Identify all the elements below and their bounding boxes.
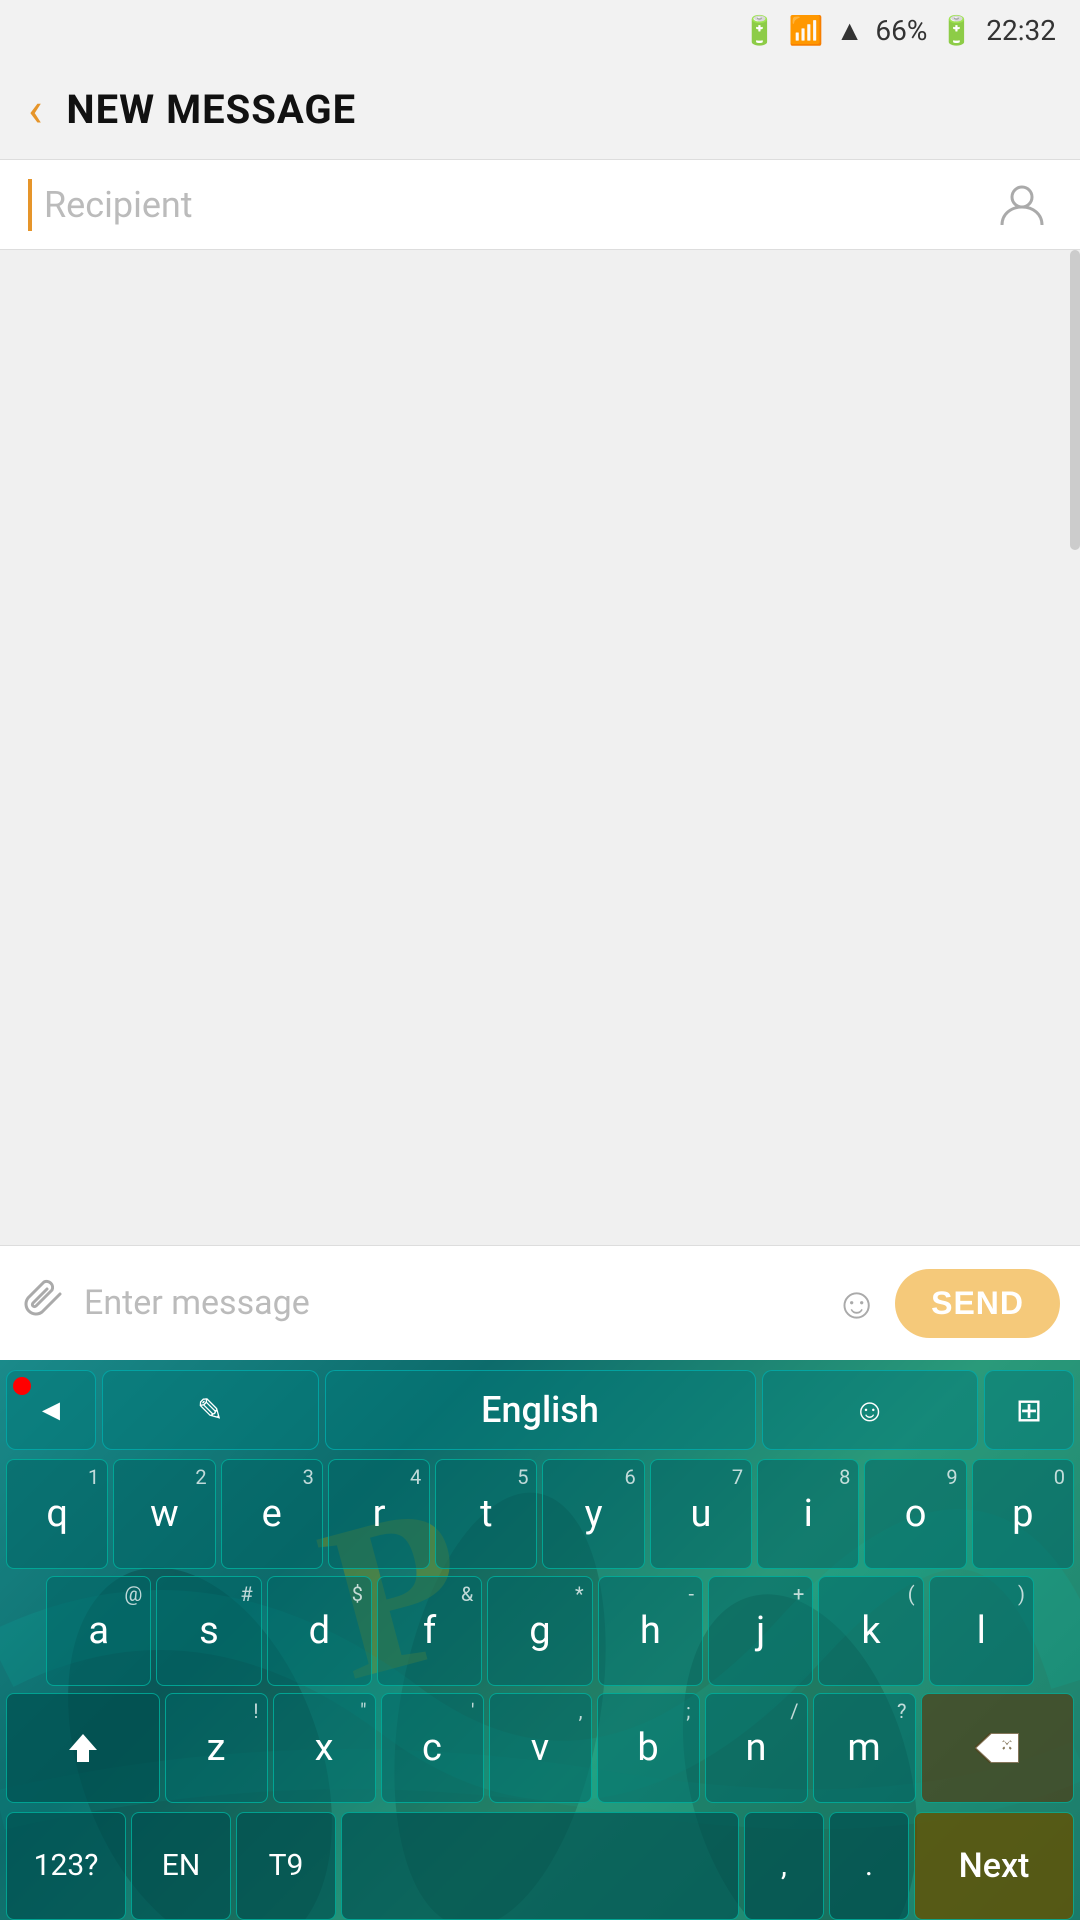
keyboard-pen-btn[interactable]: ✎: [102, 1370, 319, 1450]
key-l[interactable]: )l: [929, 1576, 1034, 1686]
key-period[interactable]: .: [829, 1812, 909, 1920]
key-x[interactable]: "x: [273, 1693, 376, 1803]
main-content: Recipient Enter message ☺ SEND: [0, 160, 1080, 1920]
page-title: NEW MESSAGE: [66, 86, 356, 133]
key-n[interactable]: /n: [705, 1693, 808, 1803]
message-compose-area[interactable]: [0, 250, 1080, 1245]
key-t[interactable]: 5t: [435, 1459, 537, 1569]
key-m[interactable]: ?m: [813, 1693, 916, 1803]
key-d[interactable]: $d: [267, 1576, 372, 1686]
key-comma[interactable]: ,: [744, 1812, 824, 1920]
keyboard-bottom-row: 123? EN T9 , . Next: [6, 1812, 1074, 1920]
key-o[interactable]: 9o: [864, 1459, 966, 1569]
emoji-icon[interactable]: ☺: [834, 1277, 879, 1329]
status-icon-wifi: 📶: [789, 14, 824, 47]
key-g[interactable]: *g: [487, 1576, 592, 1686]
key-c[interactable]: 'c: [381, 1693, 484, 1803]
key-s[interactable]: #s: [156, 1576, 261, 1686]
attachment-icon[interactable]: [20, 1274, 68, 1333]
key-y[interactable]: 6y: [542, 1459, 644, 1569]
keyboard: P ◄ ✎ English ☺: [0, 1360, 1080, 1920]
keyboard-row-3: !z "x 'c ,v ;b /n ?m: [6, 1693, 1074, 1806]
key-f[interactable]: &f: [377, 1576, 482, 1686]
keyboard-row-2: @a #s $d &f *g -h +j (k )l: [6, 1576, 1074, 1689]
key-a[interactable]: @a: [46, 1576, 151, 1686]
key-backspace[interactable]: [921, 1693, 1075, 1803]
key-w[interactable]: 2w: [113, 1459, 215, 1569]
key-z[interactable]: !z: [165, 1693, 268, 1803]
keyboard-language-label: English: [481, 1389, 599, 1431]
status-time: 22:32: [986, 14, 1056, 47]
pen-icon: ✎: [197, 1391, 224, 1429]
key-next[interactable]: Next: [914, 1812, 1074, 1920]
key-t9[interactable]: T9: [236, 1812, 336, 1920]
key-j[interactable]: +j: [708, 1576, 813, 1686]
status-icon-battery: 🔋: [939, 14, 974, 47]
keyboard-emoji-toolbar-btn[interactable]: ☺: [762, 1370, 979, 1450]
message-input-bar: Enter message ☺ SEND: [0, 1245, 1080, 1360]
send-button[interactable]: SEND: [895, 1269, 1060, 1338]
keyboard-row-1: 1q 2w 3e 4r 5t 6y 7u 8i 9o 0p: [6, 1459, 1074, 1572]
emoji-toolbar-icon: ☺: [853, 1391, 886, 1429]
key-q[interactable]: 1q: [6, 1459, 108, 1569]
recipient-input[interactable]: Recipient: [44, 184, 992, 226]
keyboard-content: ◄ ✎ English ☺ ⊞ 1q 2w: [0, 1360, 1080, 1920]
header: ‹ NEW MESSAGE: [0, 60, 1080, 160]
key-shift[interactable]: [6, 1693, 160, 1803]
key-p[interactable]: 0p: [972, 1459, 1074, 1569]
key-i[interactable]: 8i: [757, 1459, 859, 1569]
status-bar: 🔋 📶 ▲ 66% 🔋 22:32: [0, 0, 1080, 60]
key-space[interactable]: [341, 1812, 739, 1920]
keyboard-language-btn[interactable]: English: [325, 1370, 756, 1450]
key-k[interactable]: (k: [818, 1576, 923, 1686]
recipient-row[interactable]: Recipient: [0, 160, 1080, 250]
back-button[interactable]: ‹: [28, 86, 42, 134]
status-icon-signal: ▲: [836, 14, 864, 47]
key-b[interactable]: ;b: [597, 1693, 700, 1803]
key-r[interactable]: 4r: [328, 1459, 430, 1569]
notification-dot: [13, 1377, 31, 1395]
status-battery-percent: 66%: [875, 14, 927, 47]
keyboard-toolbar: ◄ ✎ English ☺ ⊞: [6, 1366, 1074, 1455]
message-text-input[interactable]: Enter message: [84, 1283, 818, 1323]
key-en[interactable]: EN: [131, 1812, 231, 1920]
key-e[interactable]: 3e: [221, 1459, 323, 1569]
keyboard-back-btn[interactable]: ◄: [6, 1370, 96, 1450]
layout-icon: ⊞: [1016, 1391, 1043, 1429]
key-u[interactable]: 7u: [650, 1459, 752, 1569]
contact-picker-icon[interactable]: [992, 175, 1052, 235]
keyboard-back-icon: ◄: [36, 1393, 66, 1428]
key-numbers[interactable]: 123?: [6, 1812, 126, 1920]
key-h[interactable]: -h: [598, 1576, 703, 1686]
scrollbar: [1070, 250, 1080, 550]
status-icon-battery-save: 🔋: [742, 14, 777, 47]
keyboard-layout-btn[interactable]: ⊞: [984, 1370, 1074, 1450]
text-cursor: [28, 179, 32, 231]
key-v[interactable]: ,v: [489, 1693, 592, 1803]
